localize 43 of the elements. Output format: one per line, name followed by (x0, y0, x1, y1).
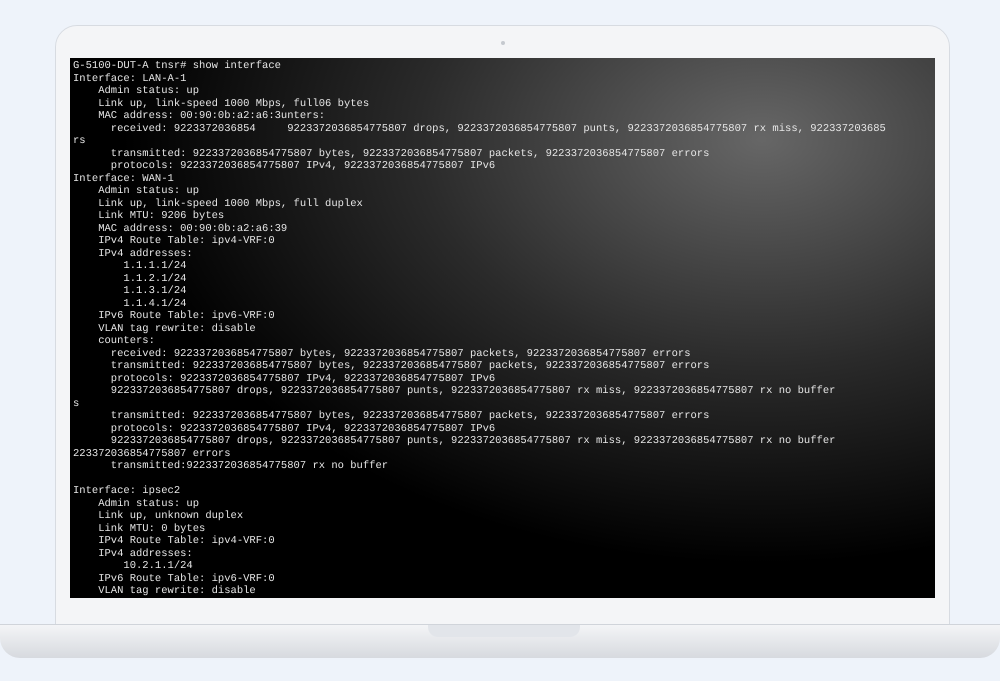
terminal-line: 10.2.1.1/24 (122, 560, 193, 572)
terminal-line: 1.1.2.1/24 (122, 272, 186, 285)
terminal-line: Link up, link-speed 1000 Mbps, full06 bytes (97, 98, 370, 110)
terminal-line: Link up, unknown duplex (97, 510, 244, 522)
terminal-line: Admin status: up (97, 498, 200, 510)
terminal-line: 1.1.4.1/24 (122, 298, 186, 310)
terminal-line: received: 9223372036854775807 bytes, 9223372036854775807 packets, 9223372036854775807 errors (110, 348, 691, 360)
terminal-line: Link MTU: 9206 bytes (97, 210, 224, 222)
terminal-line: Interface: WAN-1 (73, 172, 174, 185)
terminal-line: received: 9223372036854 9223372036854775807 drops, 9223372036854775807 punts, 9223372036854775807 rx miss, 922337203685 (110, 122, 886, 135)
terminal-line: Admin status: up (97, 85, 200, 98)
terminal-line: counters: (97, 335, 155, 348)
terminal-line: Interface: LAN-A-1 (73, 72, 186, 85)
terminal-line: IPv4 addresses: (97, 548, 193, 560)
terminal-line: IPv4 Route Table: ipv4-VRF:0 (97, 235, 275, 248)
terminal-line: transmitted: 9223372036854775807 bytes, 9223372036854775807 packets, 9223372036854775807 errors (110, 410, 710, 422)
camera-icon (501, 41, 505, 45)
terminal-line: transmitted: 9223372036854775807 bytes, 9223372036854775807 packets, 9223372036854775807 errors (110, 148, 710, 160)
terminal-line: 9223372036854775807 drops, 9223372036854775807 punts, 9223372036854775807 rx miss, 9223372036854775807 rx no buffer (110, 435, 836, 448)
terminal-line: MAC address: 00:90:0b:a2:a6:39 (97, 222, 288, 235)
terminal-line: s (73, 398, 80, 410)
terminal-line: G-5100-DUT-A tnsr# show interface (73, 60, 281, 72)
terminal-line: protocols: 9223372036854775807 IPv4, 9223372036854775807 IPv6 (110, 422, 496, 435)
terminal-line: rs (73, 135, 86, 148)
terminal-line: protocols: 9223372036854775807 IPv4, 9223372036854775807 IPv6 (110, 372, 496, 385)
terminal-line: Link up, link-speed 1000 Mbps, full duplex (97, 198, 363, 210)
terminal-line: 223372036854775807 errors (73, 448, 231, 460)
terminal-line: IPv6 Route Table: ipv6-VRF:0 (97, 572, 275, 585)
terminal-line: IPv6 Route Table: ipv6-VRF:0 (97, 310, 275, 322)
terminal-line: 1.1.1.1/24 (122, 260, 186, 272)
terminal-line: Link MTU: 0 bytes (97, 522, 206, 535)
terminal-line: 1.1.3.1/24 (122, 285, 186, 298)
terminal-line: VLAN tag rewrite: disable (97, 585, 256, 598)
terminal-line: IPv4 Route Table: ipv4-VRF:0 (97, 535, 275, 548)
terminal-line: transmitted: 9223372036854775807 bytes, 9223372036854775807 packets, 9223372036854775807 errors (110, 360, 710, 372)
terminal-line: 9223372036854775807 drops, 9223372036854775807 punts, 9223372036854775807 rx miss, 9223372036854775807 rx no buffer (110, 385, 836, 398)
terminal-line: Interface: ipsec2 (73, 485, 180, 498)
terminal-line: MAC address: 00:90:0b:a2:a6:3unters: (97, 110, 326, 122)
terminal-line: VLAN tag rewrite: disable (97, 322, 256, 335)
terminal-line: Admin status: up (97, 185, 200, 198)
terminal-line: protocols: 9223372036854775807 IPv4, 9223372036854775807 IPv6 (110, 160, 496, 172)
terminal-line: IPv4 addresses: (97, 248, 193, 260)
terminal-line: transmitted:9223372036854775807 rx no buffer (110, 460, 388, 472)
